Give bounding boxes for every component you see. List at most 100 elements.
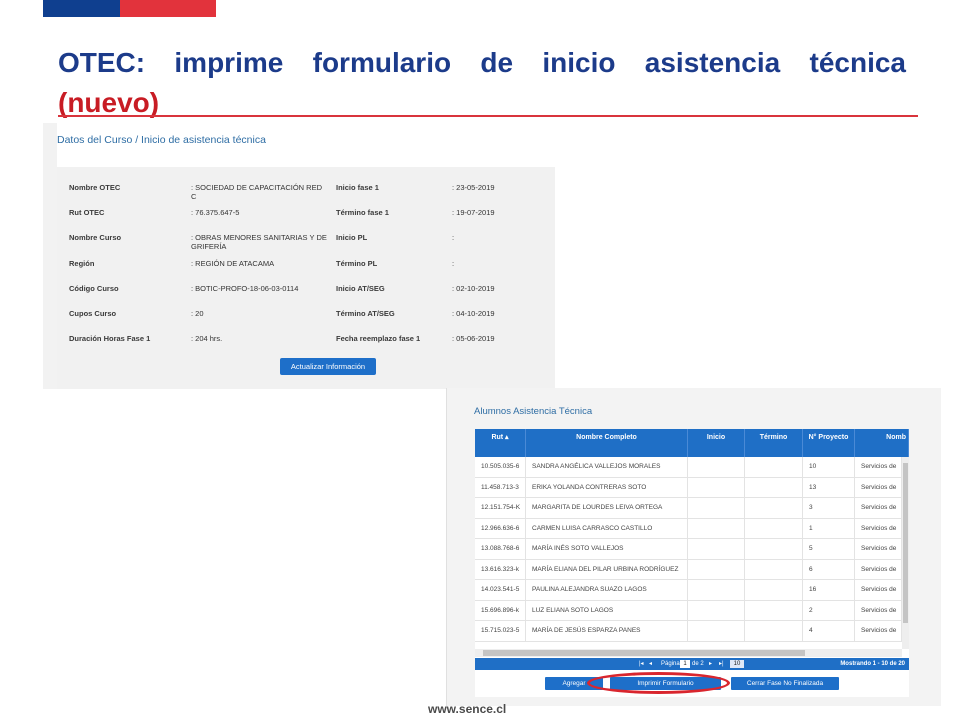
datos-value: : <box>452 233 455 242</box>
column-header-nombre[interactable]: Nombre Completo <box>526 429 688 457</box>
datos-value: : REGIÓN DE ATACAMA <box>191 259 275 268</box>
datos-label: Término AT/SEG <box>336 309 395 318</box>
table-row[interactable]: 15.696.896-k LUZ ELIANA SOTO LAGOS 2 Servic… <box>475 600 909 621</box>
table-row[interactable]: 10.505.035-6 SANDRA ANGÉLICA VALLEJOS MOR… <box>475 457 909 478</box>
datos-value: : SOCIEDAD DE CAPACITACIÓN RED C <box>191 183 322 201</box>
table-cell-proyecto: 1 <box>803 518 855 539</box>
table-cell-rut: 12.151.754-K <box>475 498 526 519</box>
table-cell-inicio <box>688 539 745 560</box>
table-cell-nomb: Servicios de <box>855 457 902 478</box>
table-cell-rut: 10.505.035-6 <box>475 457 526 478</box>
column-header-inicio[interactable]: Inicio <box>688 429 745 457</box>
datos-row: Código Curso : BOTIC-PROFO-18-06-03-0114 I… <box>57 284 555 309</box>
table-cell-termino <box>745 539 803 560</box>
datos-row: Nombre Curso: OBRAS MENORES SANITARIAS Y… <box>57 233 555 258</box>
table-cell-nomb: Servicios de <box>855 580 902 601</box>
datos-value: : 19-07-2019 <box>452 208 495 217</box>
datos-label: Código Curso <box>69 284 119 293</box>
slide-title: OTEC: imprime formulario de inicio asist… <box>58 47 906 78</box>
datos-label: Rut OTEC <box>69 208 105 217</box>
datos-label: Región <box>69 259 95 268</box>
table-cell-termino <box>745 600 803 621</box>
slide: OTEC: imprime formulario de inicio asist… <box>0 0 960 720</box>
table-cell-proyecto: 4 <box>803 621 855 642</box>
table-row[interactable]: 14.023.541-5 PAULINA ALEJANDRA SUAZO LAGO… <box>475 580 909 601</box>
alumnos-heading: Alumnos Asistencia Técnica <box>474 406 593 417</box>
last-page-icon[interactable]: ▸| <box>719 658 724 670</box>
vertical-scroll-thumb[interactable] <box>903 463 908 623</box>
table-cell-rut: 15.696.896-k <box>475 600 526 621</box>
table-cell-rut: 15.715.023-5 <box>475 621 526 642</box>
datos-value: : 76.375.647-5 <box>191 208 240 217</box>
table-cell-inicio <box>688 621 745 642</box>
page-total: de 2 <box>692 661 704 667</box>
column-header-termino[interactable]: Término <box>745 429 803 457</box>
table-cell-termino <box>745 457 803 478</box>
highlight-circle <box>587 672 730 694</box>
table-cell-nombre: MARÍA INÉS SOTO VALLEJOS <box>526 539 688 560</box>
column-header-nombre-proyecto[interactable]: Nomb <box>855 429 909 457</box>
table-row[interactable]: 12.966.636-6 CARMEN LUISA CARRASCO CASTIL… <box>475 518 909 539</box>
page-label: Página <box>661 661 680 667</box>
datos-row: Duración Horas Fase 1: 204 hrs. Fecha ree… <box>57 334 555 359</box>
table-cell-proyecto: 3 <box>803 498 855 519</box>
table-cell-nomb: Servicios de <box>855 621 902 642</box>
table-cell-nombre: MARGARITA DE LOURDES LEIVA ORTEGA <box>526 498 688 519</box>
table-cell-termino <box>745 580 803 601</box>
table-cell-nombre: MARÍA ELIANA DEL PILAR URBINA RODRÍGUEZ <box>526 559 688 580</box>
table-cell-termino <box>745 477 803 498</box>
prev-page-icon[interactable]: ◂ <box>649 658 652 670</box>
page-number-input[interactable]: 1 <box>680 660 690 668</box>
table-row[interactable]: 13.616.323-k MARÍA ELIANA DEL PILAR URBIN… <box>475 559 909 580</box>
table-cell-nomb: Servicios de <box>855 559 902 580</box>
table-cell-nomb: Servicios de <box>855 600 902 621</box>
horizontal-scrollbar[interactable] <box>475 649 902 657</box>
datos-curso-card: Nombre OTEC: SOCIEDAD DE CAPACITACIÓN RE… <box>57 167 555 389</box>
cerrar-fase-button[interactable]: Cerrar Fase No Finalizada <box>731 677 839 690</box>
table-cell-termino <box>745 518 803 539</box>
table-cell-nomb: Servicios de <box>855 477 902 498</box>
datos-value: : <box>452 259 455 268</box>
table-row[interactable]: 13.088.768-6 MARÍA INÉS SOTO VALLEJOS 5 Ser… <box>475 539 909 560</box>
table-cell-rut: 11.458.713-3 <box>475 477 526 498</box>
datos-label: Inicio AT/SEG <box>336 284 385 293</box>
flag-blue-stripe <box>43 0 120 17</box>
datos-label: Duración Horas Fase 1 <box>69 334 151 343</box>
footer-url: www.sence.cl <box>428 702 507 716</box>
table-row[interactable]: 12.151.754-K MARGARITA DE LOURDES LEIVA O… <box>475 498 909 519</box>
grid-pager: |◂ ◂ Página 1 de 2 ▸ ▸| 10 Mostrando 1 -… <box>475 658 909 670</box>
table-row[interactable]: 15.715.023-5 MARÍA DE JESÚS ESPARZA PANES… <box>475 621 909 642</box>
table-cell-rut: 14.023.541-5 <box>475 580 526 601</box>
first-page-icon[interactable]: |◂ <box>639 658 644 670</box>
column-header-proyecto[interactable]: N° Proyecto <box>803 429 855 457</box>
table-cell-rut: 12.966.636-6 <box>475 518 526 539</box>
table-cell-proyecto: 6 <box>803 559 855 580</box>
table-cell-inicio <box>688 498 745 519</box>
table-cell-proyecto: 16 <box>803 580 855 601</box>
datos-curso-panel: Datos del Curso / Inicio de asistencia t… <box>43 123 555 389</box>
page-size-select[interactable]: 10 <box>730 660 744 668</box>
table-cell-proyecto: 13 <box>803 477 855 498</box>
table-cell-inicio <box>688 559 745 580</box>
flag-red-stripe <box>120 0 216 17</box>
datos-value: : 23-05-2019 <box>452 183 495 192</box>
alumnos-panel: Alumnos Asistencia Técnica Rut ▴ Nombre … <box>446 388 941 706</box>
datos-label: Inicio PL <box>336 233 368 242</box>
vertical-scrollbar[interactable] <box>902 457 909 649</box>
panel-edge <box>43 123 57 389</box>
next-page-icon[interactable]: ▸ <box>709 658 712 670</box>
table-cell-proyecto: 5 <box>803 539 855 560</box>
datos-label: Fecha reemplazo fase 1 <box>336 334 421 343</box>
column-header-rut[interactable]: Rut ▴ <box>475 429 526 457</box>
table-cell-nombre: MARÍA DE JESÚS ESPARZA PANES <box>526 621 688 642</box>
datos-value: : BOTIC-PROFO-18-06-03-0114 <box>191 284 299 293</box>
table-cell-inicio <box>688 457 745 478</box>
grid-header: Rut ▴ Nombre Completo Inicio Término N° … <box>475 429 909 457</box>
actualizar-informacion-button[interactable]: Actualizar Información <box>280 358 376 375</box>
horizontal-scroll-thumb[interactable] <box>483 650 805 656</box>
datos-curso-heading: Datos del Curso / Inicio de asistencia t… <box>57 134 266 146</box>
table-row[interactable]: 11.458.713-3 ERIKA YOLANDA CONTRERAS SOTO… <box>475 477 909 498</box>
datos-label: Nombre Curso <box>69 233 122 242</box>
table-cell-proyecto: 2 <box>803 600 855 621</box>
table-cell-nomb: Servicios de <box>855 498 902 519</box>
